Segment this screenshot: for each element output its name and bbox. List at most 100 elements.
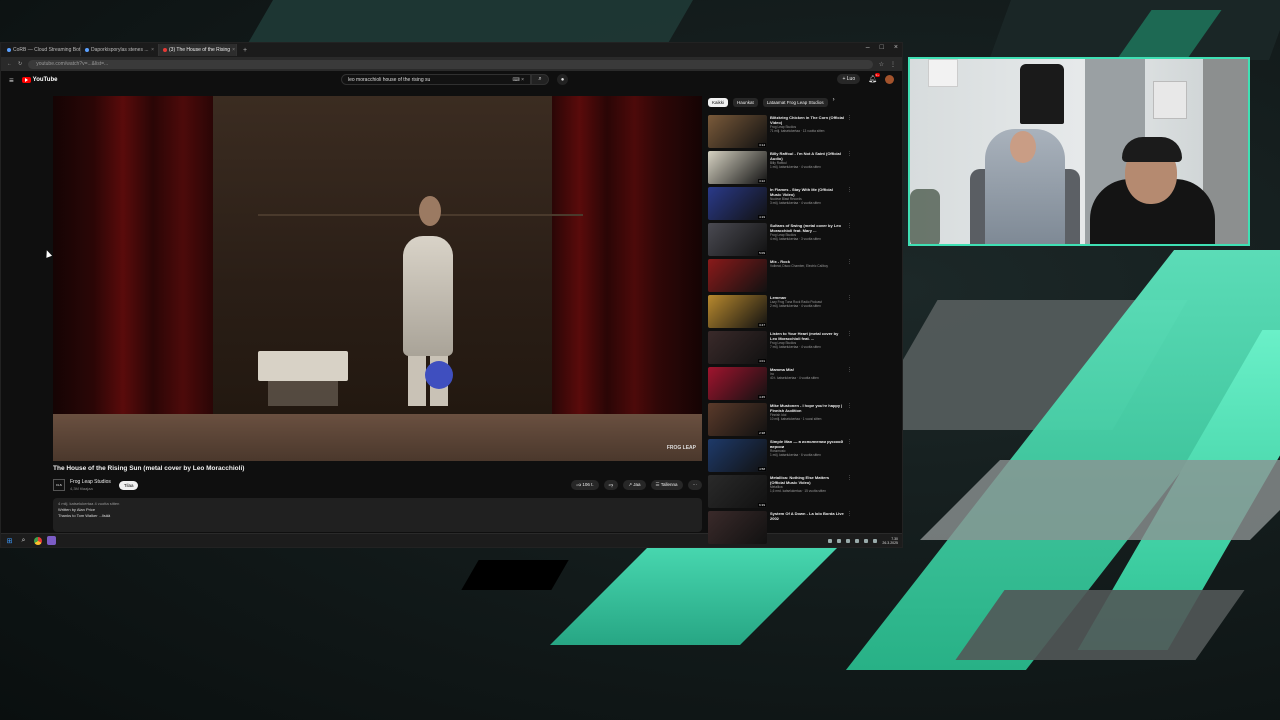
recommendation-title[interactable]: Sultans of Swing (metal cover by Leo Mor… <box>770 223 844 233</box>
youtube-play-icon <box>21 77 31 83</box>
video-thumbnail[interactable]: 5:09 <box>708 223 767 256</box>
recommendation-title[interactable]: Metallica: Nothing Else Matters (Officia… <box>770 475 844 485</box>
video-thumbnail[interactable]: 3:22 <box>708 151 767 184</box>
recommendation-title[interactable]: System Of A Down - La lolo Borda Live 20… <box>770 511 844 521</box>
like-button[interactable]: 👍︎ 106 t. <box>571 480 599 490</box>
recommendation-title[interactable]: Listen to Your Heart (metal cover by Leo… <box>770 331 844 341</box>
more-options-icon[interactable]: ⋮ <box>847 187 853 223</box>
more-options-icon[interactable]: ⋮ <box>847 475 853 511</box>
hamburger-menu-icon[interactable]: ≡ <box>9 76 14 85</box>
more-options-icon[interactable]: ⋮ <box>847 331 853 367</box>
recommendation-title[interactable]: Blitzkrieg Chicken in The Corn (Official… <box>770 115 844 125</box>
video-thumbnail[interactable] <box>708 259 767 292</box>
voice-search-button[interactable]: ● <box>557 74 568 85</box>
browser-tab-active[interactable]: (3) The House of the Rising × <box>159 44 237 56</box>
extensions-icon[interactable]: ⋮ <box>890 61 896 68</box>
recommendation-item[interactable]: 3:22 Billy Raffoul - I'm Not A Saint (Off… <box>708 151 853 187</box>
new-tab-icon[interactable]: + <box>237 47 253 54</box>
recommendation-item[interactable]: 6:39 Metallica: Nothing Else Matters (Off… <box>708 475 853 511</box>
close-window-icon[interactable]: × <box>894 44 898 51</box>
notifications-bell-icon[interactable]: 🔔︎ 9+ <box>868 73 880 83</box>
tray-icon[interactable] <box>864 538 869 543</box>
dislike-button[interactable]: 👎︎ <box>603 480 619 490</box>
recommendation-item[interactable]: 4:58 Simple Man — в исполнении русской ве… <box>708 439 853 475</box>
obs-icon[interactable] <box>47 536 56 545</box>
video-thumbnail[interactable]: 4:01 <box>708 331 767 364</box>
bookmark-star-icon[interactable]: ☆ <box>879 61 884 68</box>
more-options-icon[interactable]: ⋮ <box>847 259 853 295</box>
tray-icon[interactable] <box>855 538 860 543</box>
maximize-icon[interactable]: □ <box>880 44 884 51</box>
more-actions-button[interactable]: ⋯ <box>687 480 702 490</box>
recommendation-item[interactable]: 3:47 Lemmav Lazy Frog Tuna Rock Radio Podc… <box>708 295 853 331</box>
browser-tab[interactable]: Daporkisporylas stenes ... × <box>81 44 159 56</box>
recommendation-item[interactable]: Mix - Rock Volbeat, Disco Chamber, Electr… <box>708 259 853 295</box>
browser-tab[interactable]: CoRB — Cloud Streaming Bot × <box>3 44 81 56</box>
recommendation-meta: 1 milj. katselukertaa · 4 vuotta sitten <box>770 165 821 170</box>
taskbar-clock[interactable]: 7.30 26.3.2025 <box>882 537 898 545</box>
reload-icon[interactable]: ↻ <box>18 61 22 67</box>
recommendation-item[interactable]: 3:14 Blitzkrieg Chicken in The Corn (Offi… <box>708 115 853 151</box>
create-button[interactable]: + Luo <box>837 74 861 84</box>
like-count: 106 t. <box>582 482 594 487</box>
recommendation-item[interactable]: System Of A Down - La lolo Borda Live 20… <box>708 511 853 547</box>
account-avatar[interactable] <box>885 74 894 84</box>
webcam-frame <box>1010 131 1036 163</box>
chrome-icon[interactable] <box>33 536 42 545</box>
recommendation-item[interactable]: 4:01 Listen to Your Heart (metal cover by… <box>708 331 853 367</box>
close-icon[interactable]: × <box>232 47 235 53</box>
video-thumbnail[interactable]: 6:39 <box>708 475 767 508</box>
recommendation-item[interactable]: 2:38 Mike Mustonen - I hope you're happy … <box>708 403 853 439</box>
more-options-icon[interactable]: ⋮ <box>847 511 853 547</box>
chip[interactable]: Haunkat <box>733 98 758 107</box>
more-options-icon[interactable]: ⋮ <box>847 403 853 439</box>
recommendation-info: Billy Raffoul - I'm Not A Saint (Officia… <box>770 151 844 187</box>
search-button[interactable]: ⌕ <box>531 74 549 85</box>
recommendation-title[interactable]: Mike Mustonen - I hope you're happy | Fi… <box>770 403 844 413</box>
keyboard-icon[interactable]: ⌨ × <box>512 77 524 83</box>
duration-badge: 4:45 <box>758 395 766 399</box>
more-options-icon[interactable]: ⋮ <box>847 295 853 331</box>
recommendation-item[interactable]: 4:19 In Flames - Stay With Me (Official M… <box>708 187 853 223</box>
recommendation-channel[interactable]: Volbeat, Disco Chamber, Electric Callboy <box>770 264 844 268</box>
video-thumbnail[interactable]: 2:38 <box>708 403 767 436</box>
search-icon[interactable]: ⌕ <box>19 536 28 545</box>
tray-icon[interactable] <box>873 538 878 543</box>
back-icon[interactable]: ← <box>7 61 12 67</box>
recommendation-title[interactable]: Billy Raffoul - I'm Not A Saint (Officia… <box>770 151 844 161</box>
recommendation-title[interactable]: Simple Man — в исполнении русской версии <box>770 439 844 449</box>
subscribe-button[interactable]: Tilaa <box>118 480 139 490</box>
save-button[interactable]: ☰ Tallenna <box>650 480 683 490</box>
chip[interactable]: Lataamat Frog Leap Studios <box>762 98 828 107</box>
channel-avatar[interactable]: FLS <box>53 479 65 491</box>
share-button[interactable]: ↗ Jaa <box>623 480 646 490</box>
recommendation-item[interactable]: 5:09 Sultans of Swing (metal cover by Leo… <box>708 223 853 259</box>
more-options-icon[interactable]: ⋮ <box>847 367 853 403</box>
video-thumbnail[interactable]: 3:14 <box>708 115 767 148</box>
more-options-icon[interactable]: ⋮ <box>847 223 853 259</box>
video-description[interactable]: 4 milj. katselukertaa 4 vuotta sitten Wr… <box>53 498 702 532</box>
more-options-icon[interactable]: ⋮ <box>847 151 853 187</box>
windows-start-icon[interactable]: ⊞ <box>5 536 14 545</box>
video-thumbnail[interactable]: 3:47 <box>708 295 767 328</box>
video-thumbnail[interactable] <box>708 511 767 544</box>
duration-badge: 3:14 <box>758 143 766 147</box>
search-input[interactable]: leo moracchioli house of the rising su ⌨… <box>341 74 531 85</box>
extension-icons: ☆ ⋮ <box>879 61 896 68</box>
channel-name[interactable]: Frog Leap Studios <box>70 479 111 485</box>
address-bar[interactable]: youtube.com/watch?v=...&list=... <box>28 59 873 69</box>
youtube-logo[interactable]: YouTube <box>21 77 57 83</box>
video-thumbnail[interactable]: 4:19 <box>708 187 767 220</box>
minimize-icon[interactable]: – <box>866 44 870 51</box>
video-thumbnail[interactable]: 4:58 <box>708 439 767 472</box>
more-options-icon[interactable]: ⋮ <box>847 439 853 475</box>
chevron-right-icon[interactable]: › <box>833 97 835 107</box>
duration-badge: 4:58 <box>758 467 766 471</box>
chip-all[interactable]: Kaikki <box>708 98 729 107</box>
video-thumbnail[interactable]: 4:45 <box>708 367 767 400</box>
recommendation-item[interactable]: 4:45 Mamma Mia! Ira 40 t. katselukertaa · 4… <box>708 367 853 403</box>
recommendation-title[interactable]: In Flames - Stay With Me (Official Music… <box>770 187 844 197</box>
more-options-icon[interactable]: ⋮ <box>847 115 853 151</box>
video-player[interactable]: FROG LEAP <box>53 96 702 461</box>
close-icon[interactable]: × <box>151 47 154 53</box>
